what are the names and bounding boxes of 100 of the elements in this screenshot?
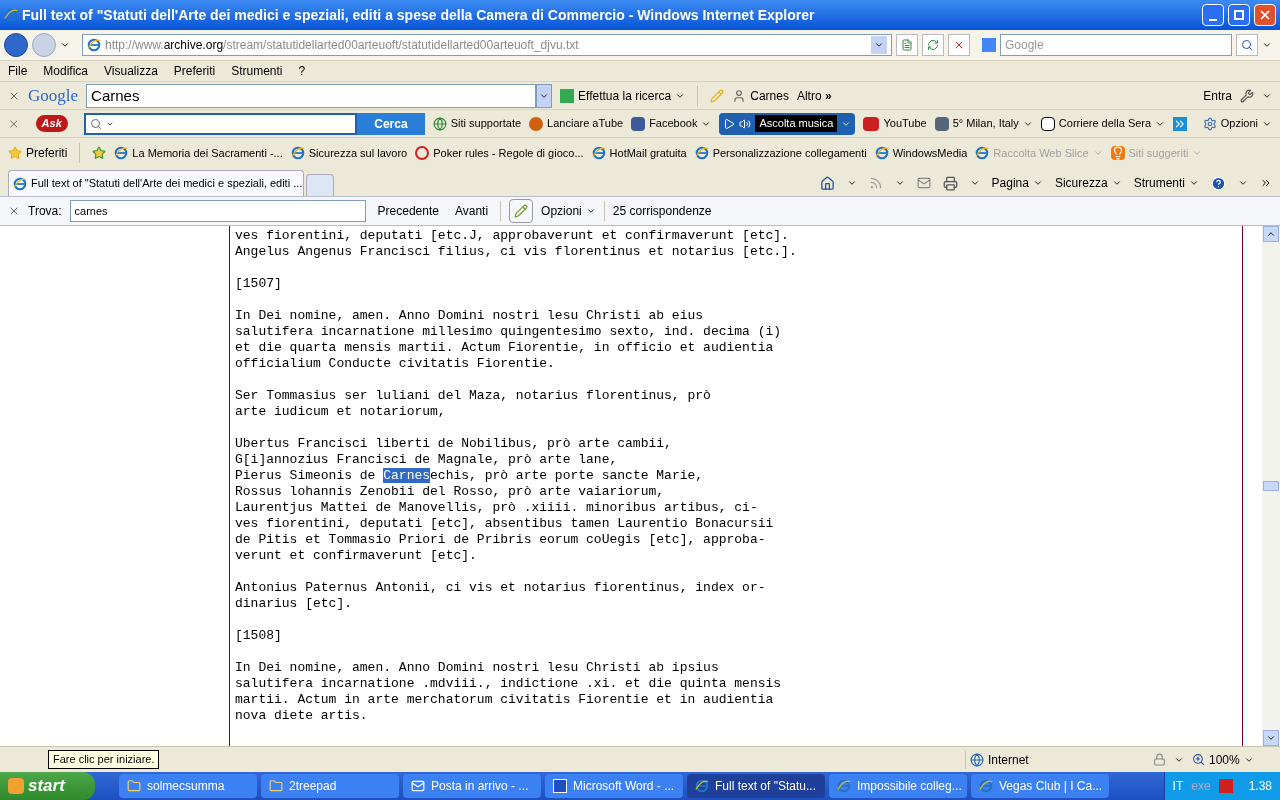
toolbar-button[interactable]: Lanciare aTube xyxy=(529,115,624,132)
stop-icon xyxy=(953,39,965,51)
taskbar-button[interactable]: Impossibile colleg... xyxy=(829,774,967,798)
favorites-button[interactable]: Preferiti xyxy=(8,144,68,162)
taskbar-button[interactable]: solmecsumma xyxy=(119,774,257,798)
text-line: Antonius Paternus Antonii, ci vis et notarius fiorentinus, index or- xyxy=(235,580,767,596)
caret-icon xyxy=(1092,148,1103,158)
add-favorite-icon[interactable] xyxy=(92,146,107,160)
more-button[interactable]: Altro » xyxy=(796,86,832,105)
menu-item[interactable]: Preferiti xyxy=(173,62,216,80)
user-button[interactable]: Carnes xyxy=(732,86,789,105)
favorite-link[interactable]: Personalizzazione collegamenti xyxy=(694,144,867,162)
login-link[interactable]: Entra xyxy=(1203,86,1232,105)
text-line: nova diete artis. xyxy=(235,708,369,724)
toolbar-button[interactable]: Corriere della Sera xyxy=(1040,115,1166,132)
close-button[interactable] xyxy=(1254,4,1276,26)
highlight-button[interactable] xyxy=(509,199,534,223)
help-icon[interactable] xyxy=(1211,175,1226,191)
favorite-link[interactable]: Sicurezza sul lavoro xyxy=(290,144,408,162)
close-icon[interactable] xyxy=(8,117,20,130)
text-line: dinarius [etc]. xyxy=(235,596,354,612)
restore-button[interactable] xyxy=(1228,4,1250,26)
search-field[interactable]: Google xyxy=(1000,34,1232,56)
favorite-link[interactable]: Poker rules - Regole di gioco... xyxy=(415,144,584,162)
close-icon xyxy=(1258,8,1272,22)
options-button[interactable]: Opzioni xyxy=(1202,115,1272,132)
options-button[interactable]: Opzioni xyxy=(541,202,596,220)
search-button[interactable]: Effettua la ricerca xyxy=(560,86,686,105)
zone-indicator: Internet xyxy=(965,750,1145,769)
refresh-button[interactable] xyxy=(922,34,944,56)
favorite-link[interactable]: WindowsMedia xyxy=(874,144,968,162)
find-field[interactable]: carnes xyxy=(69,200,366,222)
taskbar-button[interactable]: Microsoft Word - ... xyxy=(545,774,683,798)
stop-button[interactable] xyxy=(948,34,970,56)
scrollbar[interactable] xyxy=(1262,226,1280,746)
settings-icon[interactable] xyxy=(1240,88,1254,103)
start-button[interactable]: start xyxy=(0,772,95,800)
scroll-down-button[interactable] xyxy=(1263,730,1279,746)
google-search-field[interactable]: Carnes xyxy=(86,83,537,108)
next-button[interactable]: Avanti xyxy=(450,202,493,220)
ask-search-field[interactable] xyxy=(83,112,358,135)
mail-icon[interactable] xyxy=(916,176,931,190)
toolbar-button[interactable]: Facebook xyxy=(631,115,712,132)
taskbar-button[interactable]: Vegas Club | I Ca... xyxy=(971,774,1109,798)
scroll-up-button[interactable] xyxy=(1263,226,1279,242)
bulb-icon xyxy=(1110,146,1125,160)
toolbar-button[interactable]: Siti supportate xyxy=(432,115,522,132)
menu-item[interactable]: Strumenti xyxy=(231,62,283,80)
compatibility-button[interactable] xyxy=(896,34,918,56)
page-icon xyxy=(694,146,709,160)
ask-logo: Ask xyxy=(35,115,68,132)
search-button[interactable]: Cerca xyxy=(357,112,425,135)
address-field[interactable]: http://www.archive.org/stream/statutidellarted00arteuoft/statutidellarted00arteuoft_djvu.txt xyxy=(82,34,892,56)
match-count: 25 corrispondenze xyxy=(612,203,712,220)
toolbar-button[interactable]: 5° Milan, Italy xyxy=(934,115,1033,132)
lock-icon[interactable] xyxy=(1153,753,1166,766)
previous-button[interactable]: Precedente xyxy=(373,202,443,220)
taskbar-button[interactable]: 2treepad xyxy=(261,774,399,798)
toolbar-button[interactable]: YouTube xyxy=(863,115,927,132)
menu-item[interactable]: File xyxy=(8,62,28,80)
play-icon xyxy=(723,117,736,130)
pencil-icon[interactable] xyxy=(710,88,725,103)
caret-icon xyxy=(1192,148,1203,158)
pencil-icon xyxy=(514,204,529,218)
globe-icon xyxy=(970,752,984,767)
dropdown-button[interactable] xyxy=(536,83,553,108)
music-player-button[interactable]: Ascolta musica xyxy=(719,112,856,135)
minimize-button[interactable] xyxy=(1202,4,1224,26)
back-button[interactable] xyxy=(4,33,28,57)
close-icon[interactable] xyxy=(8,205,20,217)
text-line: arte iudicum et notariorum, xyxy=(235,404,447,420)
text-line: officialium Conducte civitatis Fiorentie. xyxy=(235,356,556,372)
favorite-link[interactable]: La Memoria dei Sacramenti -... xyxy=(114,144,283,162)
menu-item[interactable]: ? xyxy=(298,62,306,80)
ie-icon xyxy=(4,8,18,22)
gear-icon xyxy=(1202,116,1217,131)
text-line: verunt et confirmaverunt [etc]. xyxy=(235,548,478,564)
taskbar-button[interactable]: Posta in arrivo - ... xyxy=(403,774,541,798)
command-menu[interactable]: Pagina xyxy=(991,174,1043,192)
new-tab-button[interactable] xyxy=(306,174,334,196)
feed-icon[interactable] xyxy=(868,176,883,190)
favorite-link[interactable]: HotMail gratuita xyxy=(591,144,687,162)
tray-icon[interactable] xyxy=(1218,779,1233,793)
caret-icon xyxy=(894,178,905,188)
print-icon[interactable] xyxy=(942,175,958,191)
browser-tab[interactable]: Full text of "Statuti dell'Arte dei medici e speziali, editi ... xyxy=(8,170,304,196)
user-icon xyxy=(732,88,747,103)
command-menu[interactable]: Sicurezza xyxy=(1054,174,1122,192)
scroll-thumb[interactable] xyxy=(1263,481,1279,491)
zoom-button[interactable]: 100% xyxy=(1192,750,1272,769)
menu-item[interactable]: Modifica xyxy=(43,62,89,80)
menu-item[interactable]: Visualizza xyxy=(104,62,158,80)
home-icon[interactable] xyxy=(819,175,835,191)
search-button[interactable] xyxy=(1236,34,1258,56)
text-line: [1507] xyxy=(235,276,283,292)
command-menu[interactable]: Strumenti xyxy=(1133,174,1199,192)
taskbar-button[interactable]: Full text of "Statu... xyxy=(687,774,825,798)
caret-icon xyxy=(1189,178,1199,188)
more-icon[interactable] xyxy=(1260,177,1272,189)
dropdown-button[interactable] xyxy=(871,36,887,54)
